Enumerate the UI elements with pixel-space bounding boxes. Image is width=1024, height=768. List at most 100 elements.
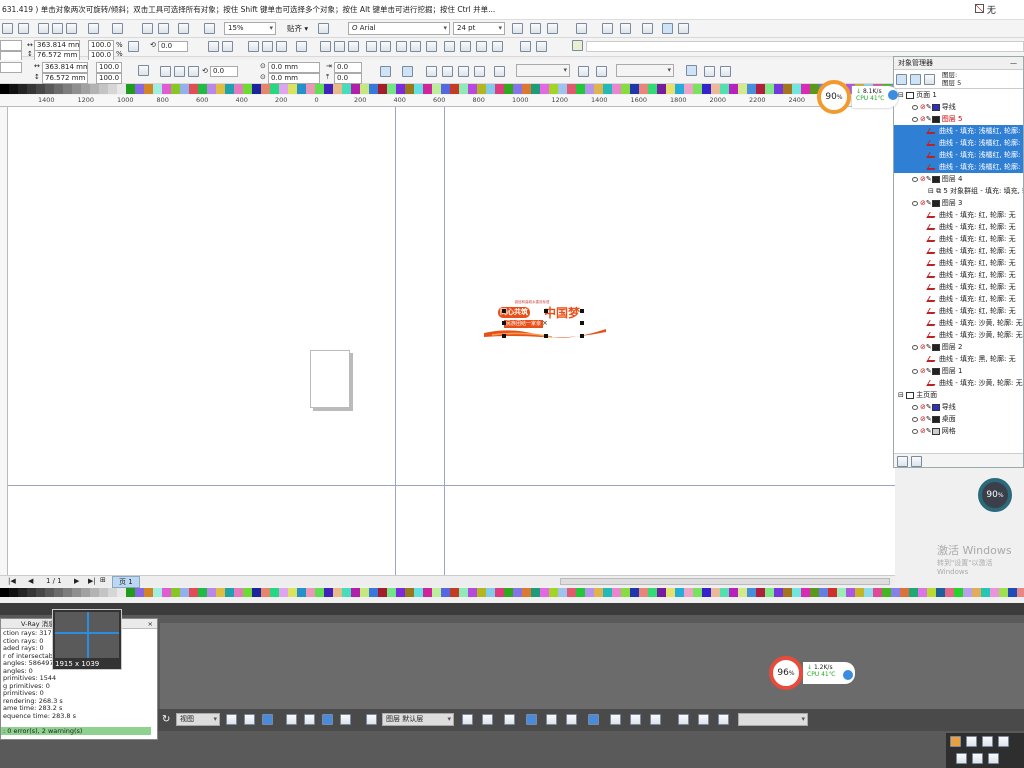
- palette-swatch[interactable]: [792, 588, 801, 597]
- palette-swatch[interactable]: [756, 84, 765, 94]
- palette-swatch[interactable]: [828, 588, 837, 597]
- palette-swatch[interactable]: [540, 84, 549, 94]
- copy-icon[interactable]: [52, 23, 63, 34]
- next-page-icon[interactable]: ▶: [74, 577, 79, 585]
- om-row-item[interactable]: 曲线 - 填充: 红, 轮廓: 无: [894, 257, 1023, 269]
- flip-h-icon[interactable]: [160, 66, 171, 77]
- angle-field[interactable]: 0.0: [158, 41, 188, 52]
- om-row-item[interactable]: 曲线 - 填充: 红, 轮廓: 无: [894, 269, 1023, 281]
- palette-swatch[interactable]: [675, 588, 684, 597]
- flip-v-icon[interactable]: [174, 66, 185, 77]
- palette-swatch[interactable]: [432, 84, 441, 94]
- palette-swatch[interactable]: [297, 588, 306, 597]
- vray-light-icon[interactable]: [718, 714, 729, 725]
- palette-swatch[interactable]: [855, 588, 864, 597]
- palette-swatch[interactable]: [801, 84, 810, 94]
- palette-swatch[interactable]: [531, 84, 540, 94]
- palette-swatch[interactable]: [756, 588, 765, 597]
- undo-icon[interactable]: [88, 23, 99, 34]
- palette-swatch[interactable]: [72, 84, 81, 94]
- render-setup-icon[interactable]: [610, 714, 621, 725]
- palette-swatch[interactable]: [279, 588, 288, 597]
- pos-x2-field[interactable]: [0, 62, 22, 73]
- document-icon[interactable]: [572, 40, 583, 51]
- palette-swatch[interactable]: [522, 84, 531, 94]
- outline-tool-icon[interactable]: [442, 66, 453, 77]
- color-palette-bottom[interactable]: [0, 588, 1024, 597]
- om-row-layer[interactable]: ⊘✎ 图层 4: [894, 173, 1023, 185]
- palette-swatch[interactable]: [504, 588, 513, 597]
- palette-swatch[interactable]: [783, 84, 792, 94]
- palette-swatch[interactable]: [693, 84, 702, 94]
- palette-swatch[interactable]: [405, 84, 414, 94]
- palette-swatch[interactable]: [54, 588, 63, 597]
- pos-x-field[interactable]: [0, 40, 22, 51]
- palette-swatch[interactable]: [414, 84, 423, 94]
- palette-swatch[interactable]: [9, 588, 18, 597]
- handle-n[interactable]: [544, 309, 548, 313]
- handle-sw[interactable]: [502, 334, 506, 338]
- om-row-item[interactable]: 曲线 - 填充: 红, 轮廓: 无: [894, 233, 1023, 245]
- intersect-icon[interactable]: [426, 41, 437, 52]
- vray-close-icon[interactable]: ×: [148, 619, 153, 629]
- palette-swatch[interactable]: [918, 588, 927, 597]
- style-delete-icon[interactable]: [596, 66, 607, 77]
- palette-swatch[interactable]: [585, 84, 594, 94]
- palette-swatch[interactable]: [324, 588, 333, 597]
- palette-swatch[interactable]: [576, 588, 585, 597]
- palette-swatch[interactable]: [306, 84, 315, 94]
- palette-swatch[interactable]: [612, 84, 621, 94]
- palette-swatch[interactable]: [666, 588, 675, 597]
- render-preset-select[interactable]: [738, 713, 808, 726]
- palette-swatch[interactable]: [774, 84, 783, 94]
- palette-swatch[interactable]: [630, 588, 639, 597]
- palette-swatch[interactable]: [504, 84, 513, 94]
- palette-swatch[interactable]: [36, 84, 45, 94]
- palette-swatch[interactable]: [513, 84, 522, 94]
- horizontal-text-icon[interactable]: [662, 23, 673, 34]
- motion-icon[interactable]: [998, 736, 1009, 747]
- palette-swatch[interactable]: [882, 588, 891, 597]
- bold-icon[interactable]: [512, 23, 523, 34]
- palette-swatch[interactable]: [225, 84, 234, 94]
- palette-swatch[interactable]: [216, 84, 225, 94]
- palette-swatch[interactable]: [1008, 588, 1017, 597]
- om-row-layer[interactable]: ⊘✎ 图层 3: [894, 197, 1023, 209]
- max-viewport[interactable]: [160, 623, 1024, 713]
- palette-swatch[interactable]: [558, 588, 567, 597]
- schematic-view-icon[interactable]: [566, 714, 577, 725]
- modify-icon[interactable]: [966, 736, 977, 747]
- palette-swatch[interactable]: [18, 84, 27, 94]
- palette-swatch[interactable]: [963, 588, 972, 597]
- palette-swatch[interactable]: [486, 84, 495, 94]
- distribute-icon[interactable]: [296, 41, 307, 52]
- palette-swatch[interactable]: [360, 84, 369, 94]
- zoom-select[interactable]: 15%: [224, 22, 276, 35]
- palette-swatch[interactable]: [369, 84, 378, 94]
- palette-swatch[interactable]: [234, 84, 243, 94]
- edit-selection-icon[interactable]: [366, 714, 377, 725]
- palette-swatch[interactable]: [540, 588, 549, 597]
- font-size-select[interactable]: 24 pt: [453, 22, 505, 35]
- palette-swatch[interactable]: [387, 84, 396, 94]
- palette-swatch[interactable]: [279, 84, 288, 94]
- layer-select[interactable]: 图层 默认层: [382, 713, 454, 726]
- palette-swatch[interactable]: [63, 588, 72, 597]
- palette-swatch[interactable]: [180, 588, 189, 597]
- visibility-icon[interactable]: [912, 404, 918, 410]
- palette-swatch[interactable]: [477, 588, 486, 597]
- first-page-icon[interactable]: |◀: [8, 577, 16, 585]
- palette-swatch[interactable]: [432, 588, 441, 597]
- visibility-icon[interactable]: [912, 344, 918, 350]
- palette-swatch[interactable]: [675, 84, 684, 94]
- om-view-icon1[interactable]: [896, 74, 907, 85]
- render-frame-icon[interactable]: [630, 714, 641, 725]
- palette-swatch[interactable]: [936, 588, 945, 597]
- front-minus-back-icon[interactable]: [460, 41, 471, 52]
- palette-swatch[interactable]: [819, 588, 828, 597]
- om-row-item[interactable]: 曲线 - 填充: 红, 轮廓: 无: [894, 245, 1023, 257]
- palette-swatch[interactable]: [144, 588, 153, 597]
- import-icon[interactable]: [142, 23, 153, 34]
- bullet-icon[interactable]: [602, 23, 613, 34]
- palette-swatch[interactable]: [945, 588, 954, 597]
